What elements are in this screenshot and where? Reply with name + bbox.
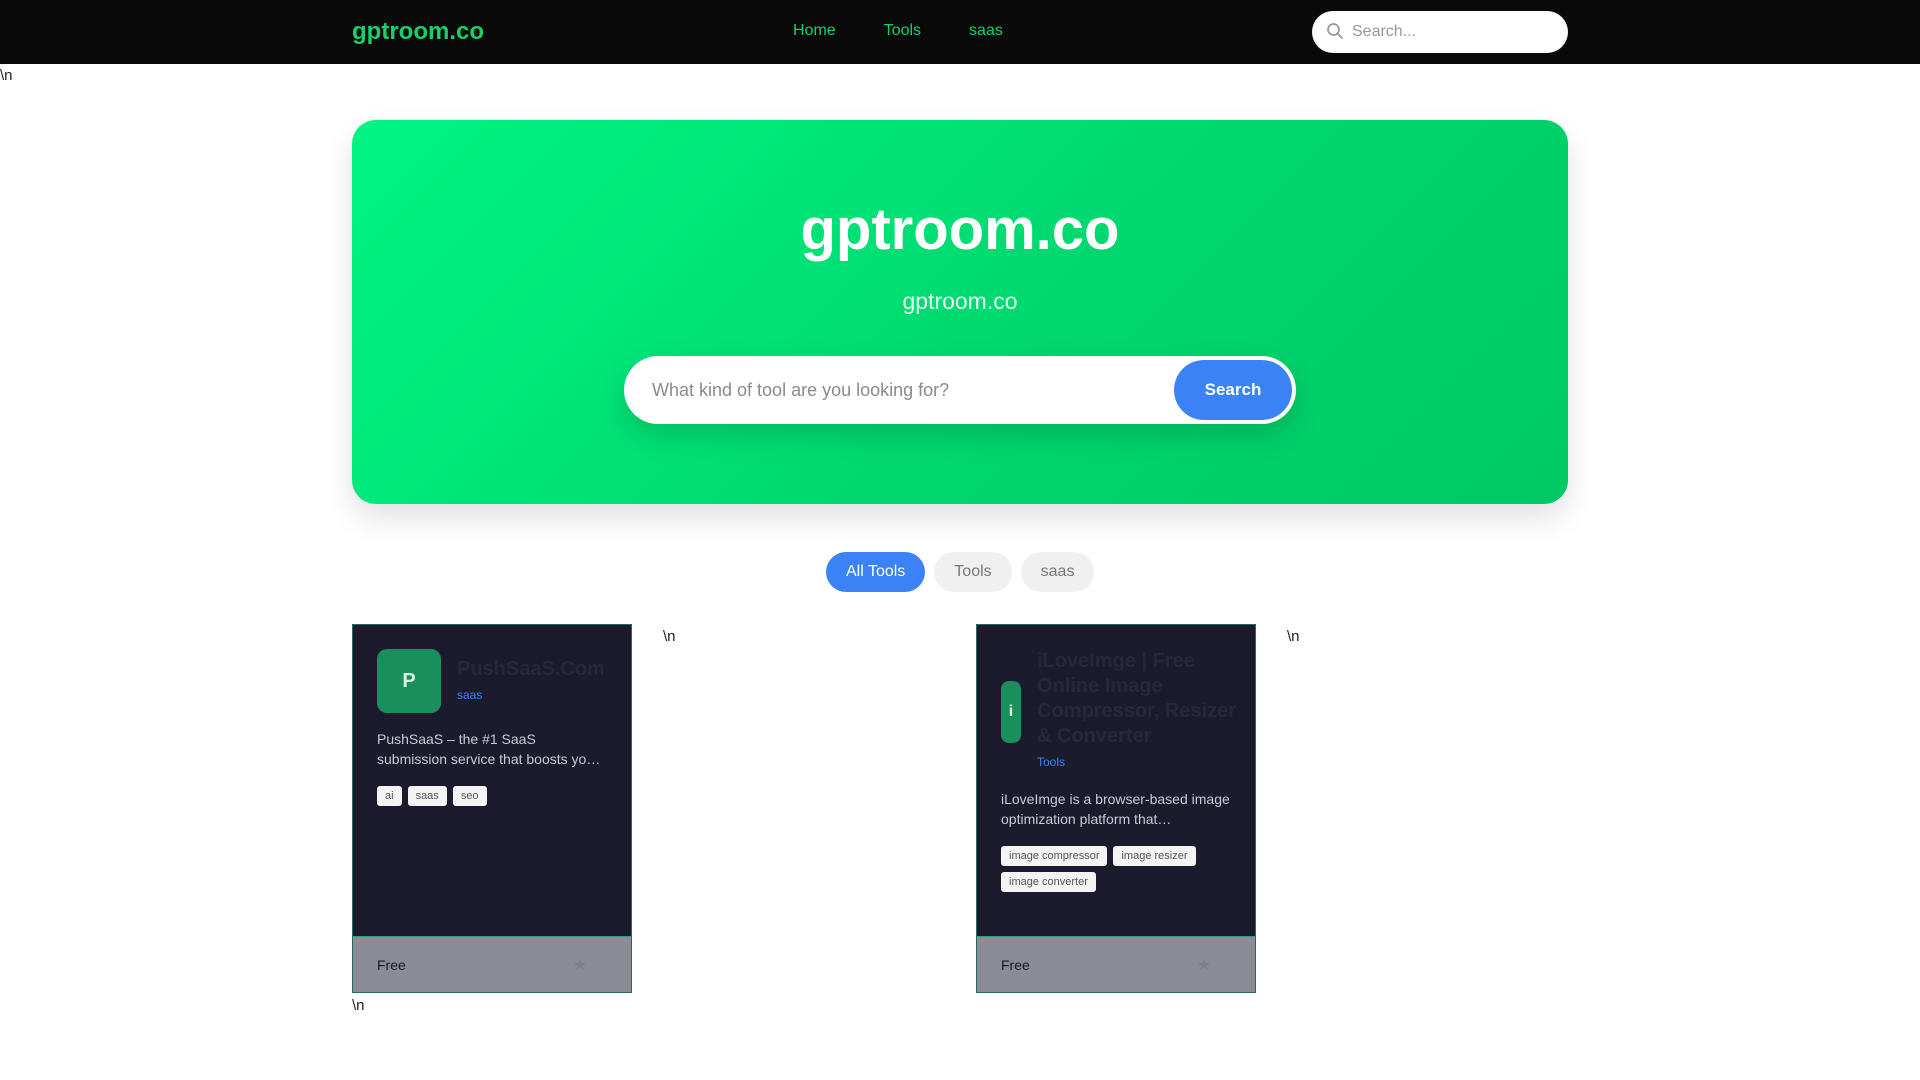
tool-card-title[interactable]: iLoveImge | Free Online Image Compressor…: [1037, 649, 1237, 749]
hero-search-button[interactable]: Search: [1174, 360, 1292, 420]
main-nav: Home Tools saas: [793, 22, 1051, 40]
tool-card[interactable]: i iLoveImge | Free Online Image Compress…: [976, 624, 1256, 993]
star-icon[interactable]: ★: [1197, 955, 1211, 975]
hero-title: gptroom.co: [800, 197, 1120, 262]
search-icon: [1327, 23, 1343, 39]
hero-banner: gptroom.co gptroom.co Search: [352, 120, 1568, 504]
tool-card-description: iLoveImge is a browser-based image optim…: [1001, 791, 1230, 827]
stray-text: \n: [0, 67, 13, 84]
tool-card[interactable]: P PushSaaS.Com saas PushSaaS – the #1 Sa…: [352, 624, 632, 993]
stray-text: \n: [663, 628, 676, 645]
tag[interactable]: seo: [452, 786, 487, 806]
tool-card-tags: ai saas seo: [377, 786, 617, 806]
filter-all-tools[interactable]: All Tools: [826, 552, 926, 592]
brand-logo[interactable]: gptroom.co: [352, 18, 484, 46]
filter-tools[interactable]: Tools: [934, 552, 1012, 592]
tool-card-body: i iLoveImge | Free Online Image Compress…: [977, 625, 1255, 936]
tag[interactable]: saas: [407, 786, 447, 806]
hero-search-bar: Search: [624, 356, 1296, 424]
tool-card-footer: Free ★: [977, 936, 1255, 992]
tool-card-description: PushSaaS – the #1 SaaS submission servic…: [377, 731, 601, 767]
tool-card-category[interactable]: Tools: [1037, 755, 1065, 769]
price-label: Free: [1001, 957, 1030, 973]
hero-search-input[interactable]: [652, 356, 1172, 424]
header-search-box[interactable]: [1312, 11, 1568, 53]
tag[interactable]: ai: [377, 786, 402, 806]
top-navbar: gptroom.co Home Tools saas: [0, 0, 1920, 64]
star-icon[interactable]: ★: [573, 955, 587, 975]
tool-card-category[interactable]: saas: [457, 688, 482, 702]
tag[interactable]: image compressor: [1001, 846, 1108, 866]
tool-avatar: i: [1001, 681, 1021, 743]
tool-avatar: P: [377, 649, 441, 713]
filter-saas[interactable]: saas: [1020, 552, 1095, 592]
nav-tools-link[interactable]: Tools: [884, 22, 921, 40]
tool-card-tags: image compressor image resizer image con…: [1001, 846, 1241, 892]
tool-card-title[interactable]: PushSaaS.Com: [457, 657, 617, 682]
category-filters: All Tools Tools saas: [826, 552, 1095, 592]
nav-saas-link[interactable]: saas: [969, 22, 1003, 40]
hero-subtitle: gptroom.co: [902, 288, 1018, 314]
tool-card-body: P PushSaaS.Com saas PushSaaS – the #1 Sa…: [353, 625, 631, 936]
stray-text: \n: [1287, 628, 1300, 645]
header-search-input[interactable]: [1352, 11, 1558, 53]
tag[interactable]: image converter: [1001, 872, 1096, 892]
price-label: Free: [377, 957, 406, 973]
nav-home-link[interactable]: Home: [793, 22, 836, 40]
stray-text: \n: [352, 997, 365, 1014]
tag[interactable]: image resizer: [1113, 846, 1196, 866]
tool-card-footer: Free ★: [353, 936, 631, 992]
